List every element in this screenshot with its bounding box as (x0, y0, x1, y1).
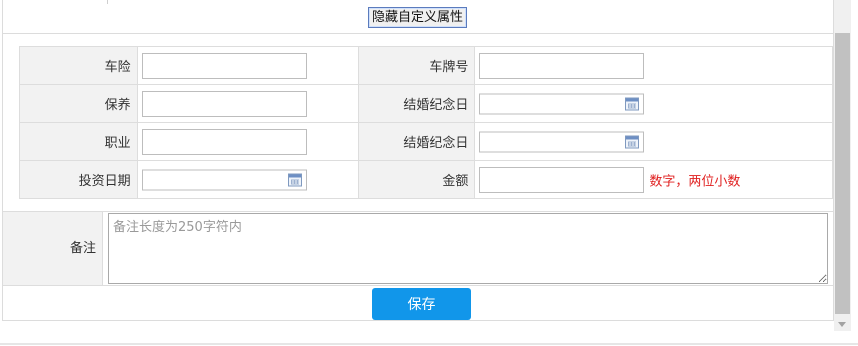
field-label-wedding-anniversary-2: 结婚纪念日 (357, 122, 476, 161)
investment-date-input[interactable] (141, 169, 307, 190)
calendar-icon[interactable] (287, 173, 302, 186)
hide-custom-attributes-button[interactable]: 隐藏自定义属性 (368, 7, 468, 28)
field-label-occupation: 职业 (19, 122, 138, 161)
divider (0, 343, 858, 345)
table-row: 保养 结婚纪念日 (19, 84, 833, 123)
field-cell (474, 84, 833, 123)
remark-textarea[interactable] (108, 213, 828, 284)
table-row: 车险 车牌号 (19, 46, 833, 85)
plate-number-input[interactable] (479, 52, 645, 79)
calendar-icon[interactable] (625, 135, 640, 148)
field-cell (136, 46, 359, 85)
field-label-investment-date: 投资日期 (19, 160, 138, 199)
field-label-remark: 备注 (3, 212, 103, 285)
calendar-icon[interactable] (625, 97, 640, 110)
divider (2, 320, 834, 321)
save-button[interactable]: 保存 (372, 288, 471, 320)
divider (107, 0, 108, 4)
vertical-scrollbar[interactable] (834, 0, 851, 331)
page: 隐藏自定义属性 车险 车牌号 保养 结婚纪念日 职业 结婚纪念日 投资日期 金额… (0, 0, 858, 346)
field-cell (136, 122, 359, 161)
scrollbar-thumb[interactable] (835, 33, 850, 314)
field-cell (136, 84, 359, 123)
field-label-amount: 金额 (357, 160, 476, 199)
field-label-car-insurance: 车险 (19, 46, 138, 85)
field-label-wedding-anniversary: 结婚纪念日 (357, 84, 476, 123)
remark-row: 备注 (3, 211, 833, 286)
form-panel: 车险 车牌号 保养 结婚纪念日 职业 结婚纪念日 投资日期 金额 数字，两位小数… (2, 34, 834, 320)
table-row: 职业 结婚纪念日 (19, 122, 833, 161)
occupation-input[interactable] (141, 128, 307, 155)
table-row: 投资日期 金额 数字，两位小数 (19, 160, 833, 199)
scroll-down-arrow-icon[interactable] (838, 322, 846, 327)
maintenance-input[interactable] (141, 90, 307, 117)
field-cell (136, 160, 359, 199)
toggle-strip: 隐藏自定义属性 (2, 0, 834, 34)
field-label-plate-number: 车牌号 (357, 46, 476, 85)
field-cell (474, 122, 833, 161)
attributes-table: 车险 车牌号 保养 结婚纪念日 职业 结婚纪念日 投资日期 金额 数字，两位小数 (19, 46, 833, 199)
wedding-anniversary-date-input[interactable] (479, 93, 645, 114)
car-insurance-input[interactable] (141, 52, 307, 79)
wedding-anniversary-2-date-input[interactable] (479, 131, 645, 152)
field-label-maintenance: 保养 (19, 84, 138, 123)
amount-hint: 数字，两位小数 (649, 174, 741, 189)
field-cell (474, 46, 833, 85)
amount-input[interactable] (479, 166, 645, 193)
field-cell: 数字，两位小数 (474, 160, 833, 199)
